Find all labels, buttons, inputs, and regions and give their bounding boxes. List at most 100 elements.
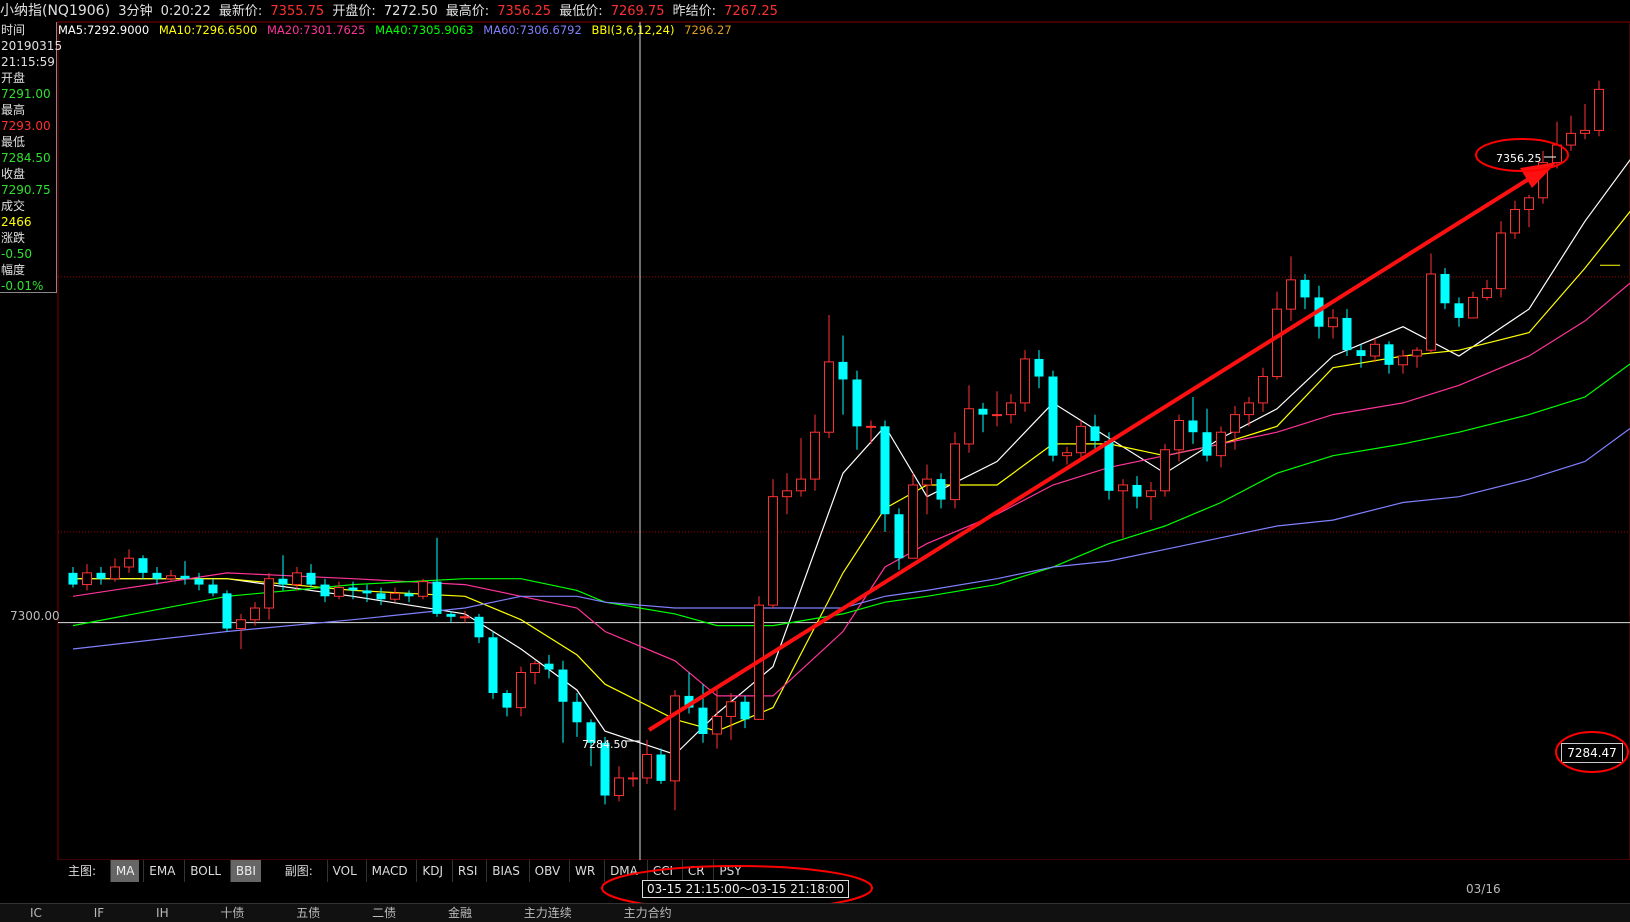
info-open: 7291.00 [1, 87, 51, 101]
tab-bbi[interactable]: BBI [229, 860, 261, 882]
candle [1342, 309, 1352, 357]
candle [852, 370, 862, 450]
trend-arrow-line [647, 170, 1542, 732]
candle [558, 660, 568, 743]
candle [544, 654, 554, 679]
ma-line-ma60 [72, 427, 1630, 650]
candle-body [1230, 414, 1240, 433]
candle-body [404, 593, 414, 597]
candle [96, 566, 106, 585]
candles [68, 80, 1604, 811]
tab-ma[interactable]: MA [109, 860, 140, 882]
candle [1216, 426, 1226, 468]
bottom-tab-ih[interactable]: IH [126, 904, 187, 922]
candle [796, 438, 806, 497]
tab-boll[interactable]: BOLL [184, 860, 226, 882]
candle-body [138, 558, 148, 573]
tab-cr[interactable]: CR [681, 860, 710, 882]
indicator-tabs: 主图: MA EMA BOLL BBI 副图: VOL MACD KDJ RSI… [60, 860, 747, 882]
bottom-tab-10y[interactable]: 十债 [190, 904, 262, 922]
candle-body [894, 514, 904, 559]
candle-body [1412, 349, 1422, 357]
candle [278, 555, 288, 591]
chart-frame [57, 21, 1630, 860]
candle-body [824, 361, 834, 433]
bottom-tab-2y[interactable]: 二债 [342, 904, 414, 922]
candle-body [208, 584, 218, 594]
candle [236, 613, 246, 650]
candlestick-chart[interactable]: 7300.00 7284.50 7356.25 [0, 0, 1630, 860]
candle [306, 564, 316, 588]
tab-wr[interactable]: WR [569, 860, 600, 882]
candle-body [642, 754, 652, 779]
candle [880, 420, 890, 532]
candle [1020, 350, 1030, 412]
tab-ema[interactable]: EMA [143, 860, 180, 882]
tab-bias[interactable]: BIAS [486, 860, 525, 882]
candle-body [166, 575, 176, 580]
candle [404, 590, 414, 603]
tab-psy[interactable]: PSY [713, 860, 746, 882]
date-axis-label: 03/16 [1466, 882, 1501, 896]
candle [1118, 479, 1128, 538]
bottom-tab-main-contract[interactable]: 主力合约 [594, 904, 690, 922]
candle-body [978, 408, 988, 415]
candle [418, 578, 428, 600]
candle-body [1188, 420, 1198, 433]
candle [1286, 256, 1296, 321]
ma-line-ma40 [72, 363, 1630, 627]
candle-body [96, 572, 106, 579]
tab-vol[interactable]: VOL [326, 860, 362, 882]
candle-body [964, 408, 974, 445]
candle-body [1482, 288, 1492, 298]
info-close-label: 收盘 [1, 167, 26, 181]
tab-obv[interactable]: OBV [528, 860, 566, 882]
tab-macd[interactable]: MACD [365, 860, 413, 882]
bottom-contract-tabs: IC IF IH 十债 五债 二债 金融 主力连续 主力合约 [0, 903, 1630, 922]
candle [1174, 414, 1184, 462]
candle [432, 537, 442, 617]
info-pct-label: 幅度 [1, 263, 26, 277]
tab-rsi[interactable]: RSI [451, 860, 483, 882]
candle-body [82, 572, 92, 586]
tab-cci[interactable]: CCI [646, 860, 678, 882]
bottom-tab-finance[interactable]: 金融 [418, 904, 490, 922]
candle-body [292, 572, 302, 586]
candle-body [1272, 308, 1282, 378]
candle-body [1132, 484, 1142, 497]
candle-body [726, 701, 736, 717]
candle-body [1510, 209, 1520, 234]
candle-body [782, 490, 792, 498]
info-high-label: 最高 [1, 103, 26, 117]
bottom-tab-main-continuous[interactable]: 主力连续 [494, 904, 590, 922]
candle-body [1566, 132, 1576, 146]
candle [670, 690, 680, 811]
candle [166, 569, 176, 582]
bottom-tab-5y[interactable]: 五债 [266, 904, 338, 922]
info-date: 20190315 [1, 39, 63, 53]
sub-chart-label: 副图: [284, 864, 313, 878]
bottom-tab-if[interactable]: IF [64, 904, 122, 922]
candle-body [1216, 431, 1226, 457]
candle-body [502, 692, 512, 708]
candle-body [936, 479, 946, 500]
candle-body [866, 425, 876, 428]
candle [488, 631, 498, 699]
candle-body [712, 715, 722, 735]
info-open-label: 开盘 [1, 71, 26, 85]
bottom-tab-ic[interactable]: IC [0, 904, 60, 922]
candle [992, 391, 1002, 427]
candle [950, 432, 960, 509]
time-range-box: 03-15 21:15:00～03-15 21:18:00 [642, 880, 850, 898]
candle [1412, 347, 1422, 368]
candle-body [1258, 376, 1268, 404]
tab-kdj[interactable]: KDJ [416, 860, 448, 882]
candle-body [488, 637, 498, 693]
candle [110, 558, 120, 582]
tab-dma[interactable]: DMA [604, 860, 643, 882]
candle-body [950, 443, 960, 501]
candle [1566, 115, 1576, 151]
candle [1230, 405, 1240, 450]
candle [502, 690, 512, 717]
candle [1454, 297, 1464, 327]
